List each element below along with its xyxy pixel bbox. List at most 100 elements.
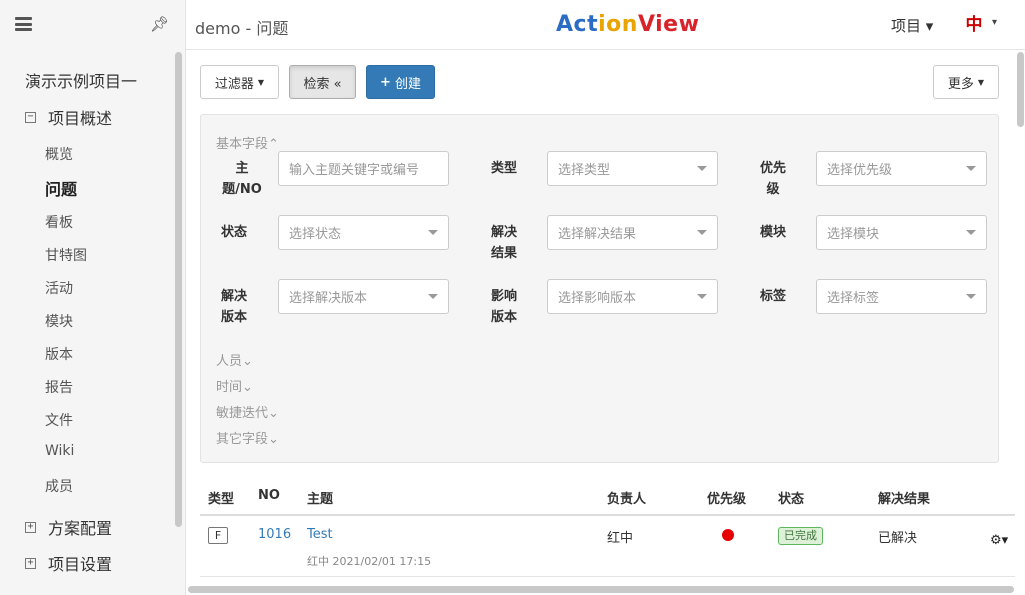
menu-icon[interactable]: [15, 17, 32, 31]
sidebar-section-settings[interactable]: + 项目设置: [25, 551, 112, 575]
resolution-label: 解决 结果: [490, 225, 517, 261]
basic-fields-toggle[interactable]: 基本字段⌃: [216, 133, 279, 152]
resolve-version-placeholder: 选择解决版本: [289, 291, 368, 306]
module-placeholder: 选择模块: [827, 227, 880, 242]
issue-assignee: 红中: [607, 531, 634, 546]
column-header-assignee[interactable]: 负责人: [607, 488, 646, 507]
column-header-resolution[interactable]: 解决结果: [878, 488, 930, 507]
expand-icon: +: [25, 557, 36, 569]
sidebar-item-overview[interactable]: 概览: [45, 144, 73, 164]
search-button-label: 检索 «: [303, 76, 342, 92]
issue-subject-link[interactable]: Test: [307, 527, 333, 542]
sidebar-section-overview[interactable]: − 项目概述: [25, 105, 112, 129]
tag-select[interactable]: 选择标签: [816, 279, 987, 314]
avatar[interactable]: 中: [961, 12, 987, 38]
sidebar-item-wiki[interactable]: Wiki: [45, 443, 74, 459]
resolution-select[interactable]: 选择解决结果: [547, 215, 718, 250]
issue-no-link[interactable]: 1016: [258, 527, 291, 542]
sidebar-item-gantt[interactable]: 甘特图: [45, 245, 87, 265]
priority-placeholder: 选择优先级: [827, 163, 893, 178]
chevron-down-icon: [966, 166, 976, 171]
sidebar: 📌︎ 演示示例项目一 − 项目概述 概览 问题 看板 甘特图 活动 模块 版本 …: [0, 0, 186, 595]
type-label: 类型: [490, 161, 517, 176]
status-placeholder: 选择状态: [289, 227, 342, 242]
more-button[interactable]: 更多 ▼: [933, 65, 999, 99]
module-select[interactable]: 选择模块: [816, 215, 987, 250]
subject-placeholder: 输入主题关键字或编号: [289, 163, 420, 178]
sidebar-project-name[interactable]: 演示示例项目一: [25, 68, 137, 92]
search-toggle-button[interactable]: 检索 «: [289, 65, 356, 99]
issue-resolution: 已解决: [878, 531, 918, 546]
sidebar-item-board[interactable]: 看板: [45, 212, 73, 232]
project-menu[interactable]: 项目 ▾: [891, 15, 933, 36]
column-header-status[interactable]: 状态: [778, 488, 804, 507]
table-header-divider: [200, 514, 1015, 516]
resolve-version-select[interactable]: 选择解决版本: [278, 279, 449, 314]
top-header: demo - 问题 ActionView 项目 ▾ 中 ▾: [186, 0, 1025, 50]
chevron-down-icon: [966, 230, 976, 235]
chevron-down-icon: [966, 294, 976, 299]
chevron-down-icon: [428, 230, 438, 235]
logo-text: ActionView: [556, 12, 700, 37]
sidebar-section-label: 方案配置: [48, 519, 113, 538]
column-header-no[interactable]: NO: [258, 488, 280, 503]
filter-button[interactable]: 过滤器 ▼: [200, 65, 279, 99]
sidebar-section-scheme[interactable]: + 方案配置: [25, 515, 112, 539]
sidebar-item-issues[interactable]: 问题: [45, 176, 77, 200]
table-row-divider: [200, 576, 1015, 577]
module-label: 模块: [759, 225, 786, 240]
expand-icon: +: [25, 521, 36, 533]
create-button-label: 创建: [394, 76, 421, 92]
status-label: 状态: [220, 225, 247, 240]
priority-label: 优先 级: [759, 161, 786, 197]
column-header-priority[interactable]: 优先级: [707, 488, 746, 507]
sidebar-top: 📌︎: [0, 0, 185, 50]
sidebar-scrollbar[interactable]: [175, 52, 182, 527]
sidebar-item-versions[interactable]: 版本: [45, 344, 73, 364]
status-select[interactable]: 选择状态: [278, 215, 449, 250]
column-header-type[interactable]: 类型: [208, 488, 234, 507]
sidebar-item-members[interactable]: 成员: [45, 476, 73, 496]
main-scrollbar[interactable]: [1017, 52, 1024, 127]
chevron-down-icon: [697, 230, 707, 235]
sprint-fields-toggle[interactable]: 敏捷迭代⌄: [216, 402, 279, 421]
resolution-placeholder: 选择解决结果: [558, 227, 637, 242]
plus-icon: +: [380, 74, 391, 90]
create-issue-button[interactable]: + 创建: [366, 65, 435, 99]
gear-icon[interactable]: ⚙▾: [990, 533, 1008, 548]
priority-dot-icon: [722, 529, 734, 541]
caret-down-icon: ▼: [257, 77, 265, 87]
sidebar-item-files[interactable]: 文件: [45, 410, 73, 430]
other-fields-toggle[interactable]: 其它字段⌄: [216, 428, 279, 447]
type-select[interactable]: 选择类型: [547, 151, 718, 186]
caret-down-icon: ▼: [977, 77, 985, 87]
breadcrumb: demo - 问题: [195, 19, 289, 38]
pin-icon[interactable]: 📌︎: [150, 15, 169, 33]
tag-placeholder: 选择标签: [827, 291, 880, 306]
search-filter-panel: 基本字段⌃ 主 题/NO 输入主题关键字或编号 类型 选择类型 优先 级 选择优…: [200, 114, 999, 463]
chevron-down-icon: [697, 294, 707, 299]
filter-button-label: 过滤器: [214, 76, 254, 92]
time-fields-toggle[interactable]: 时间⌄: [216, 376, 253, 395]
affect-version-label: 影响 版本: [490, 289, 517, 325]
tag-label: 标签: [759, 289, 786, 304]
sidebar-item-modules[interactable]: 模块: [45, 311, 73, 331]
chevron-down-icon: [697, 166, 707, 171]
column-header-subject[interactable]: 主题: [307, 488, 333, 507]
priority-select[interactable]: 选择优先级: [816, 151, 987, 186]
affect-version-select[interactable]: 选择影响版本: [547, 279, 718, 314]
chevron-down-icon[interactable]: ▾: [992, 17, 997, 28]
sidebar-item-reports[interactable]: 报告: [45, 377, 73, 397]
issue-type-badge: F: [208, 527, 228, 544]
sidebar-section-label: 项目概述: [48, 109, 113, 128]
sidebar-item-activity[interactable]: 活动: [45, 278, 73, 298]
type-placeholder: 选择类型: [558, 163, 611, 178]
people-fields-toggle[interactable]: 人员⌄: [216, 350, 253, 369]
subject-input[interactable]: 输入主题关键字或编号: [278, 151, 449, 186]
horizontal-scrollbar[interactable]: [188, 586, 1014, 593]
subject-label: 主 题/NO: [222, 161, 262, 197]
sidebar-section-label: 项目设置: [48, 555, 113, 574]
more-button-label: 更多: [947, 76, 974, 92]
app-logo[interactable]: ActionView: [556, 12, 699, 37]
issue-meta: 红中 2021/02/01 17:15: [307, 555, 432, 568]
